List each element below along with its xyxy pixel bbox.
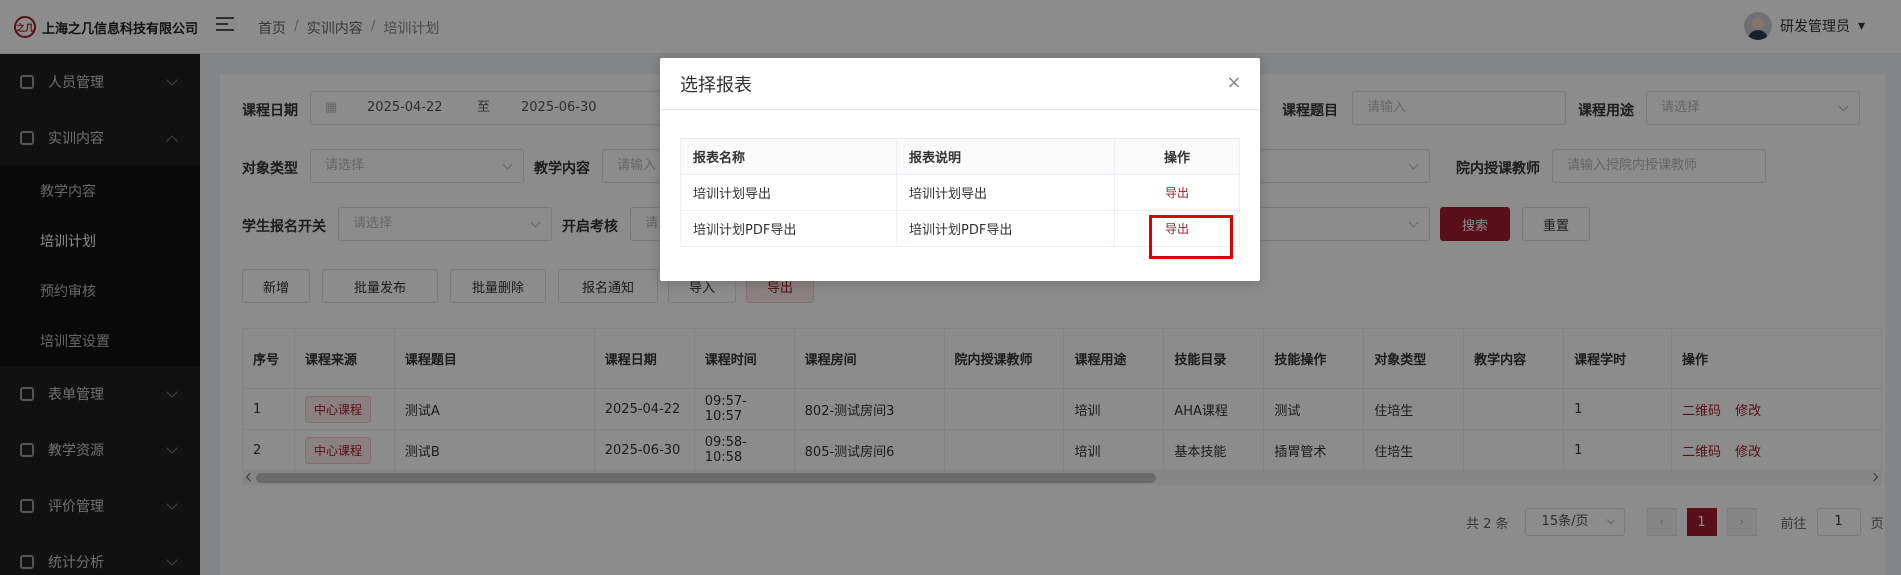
report-name: 培训计划PDF导出	[680, 210, 897, 247]
report-header-row: 报表名称 报表说明 操作	[680, 138, 1240, 175]
highlight-box	[1149, 215, 1233, 259]
close-icon[interactable]: ×	[1226, 74, 1242, 92]
report-row: 培训计划导出 培训计划导出 导出	[680, 174, 1240, 211]
col-header: 报表说明	[896, 138, 1115, 175]
report-name: 培训计划导出	[680, 174, 897, 211]
dialog-header: 选择报表 ×	[660, 58, 1260, 110]
export-link[interactable]: 导出	[1165, 186, 1189, 200]
col-header: 操作	[1114, 138, 1240, 175]
col-header: 报表名称	[680, 138, 897, 175]
report-desc: 培训计划PDF导出	[896, 210, 1115, 247]
dialog-title: 选择报表	[680, 74, 752, 96]
report-action-cell: 导出	[1114, 174, 1240, 211]
report-desc: 培训计划导出	[896, 174, 1115, 211]
